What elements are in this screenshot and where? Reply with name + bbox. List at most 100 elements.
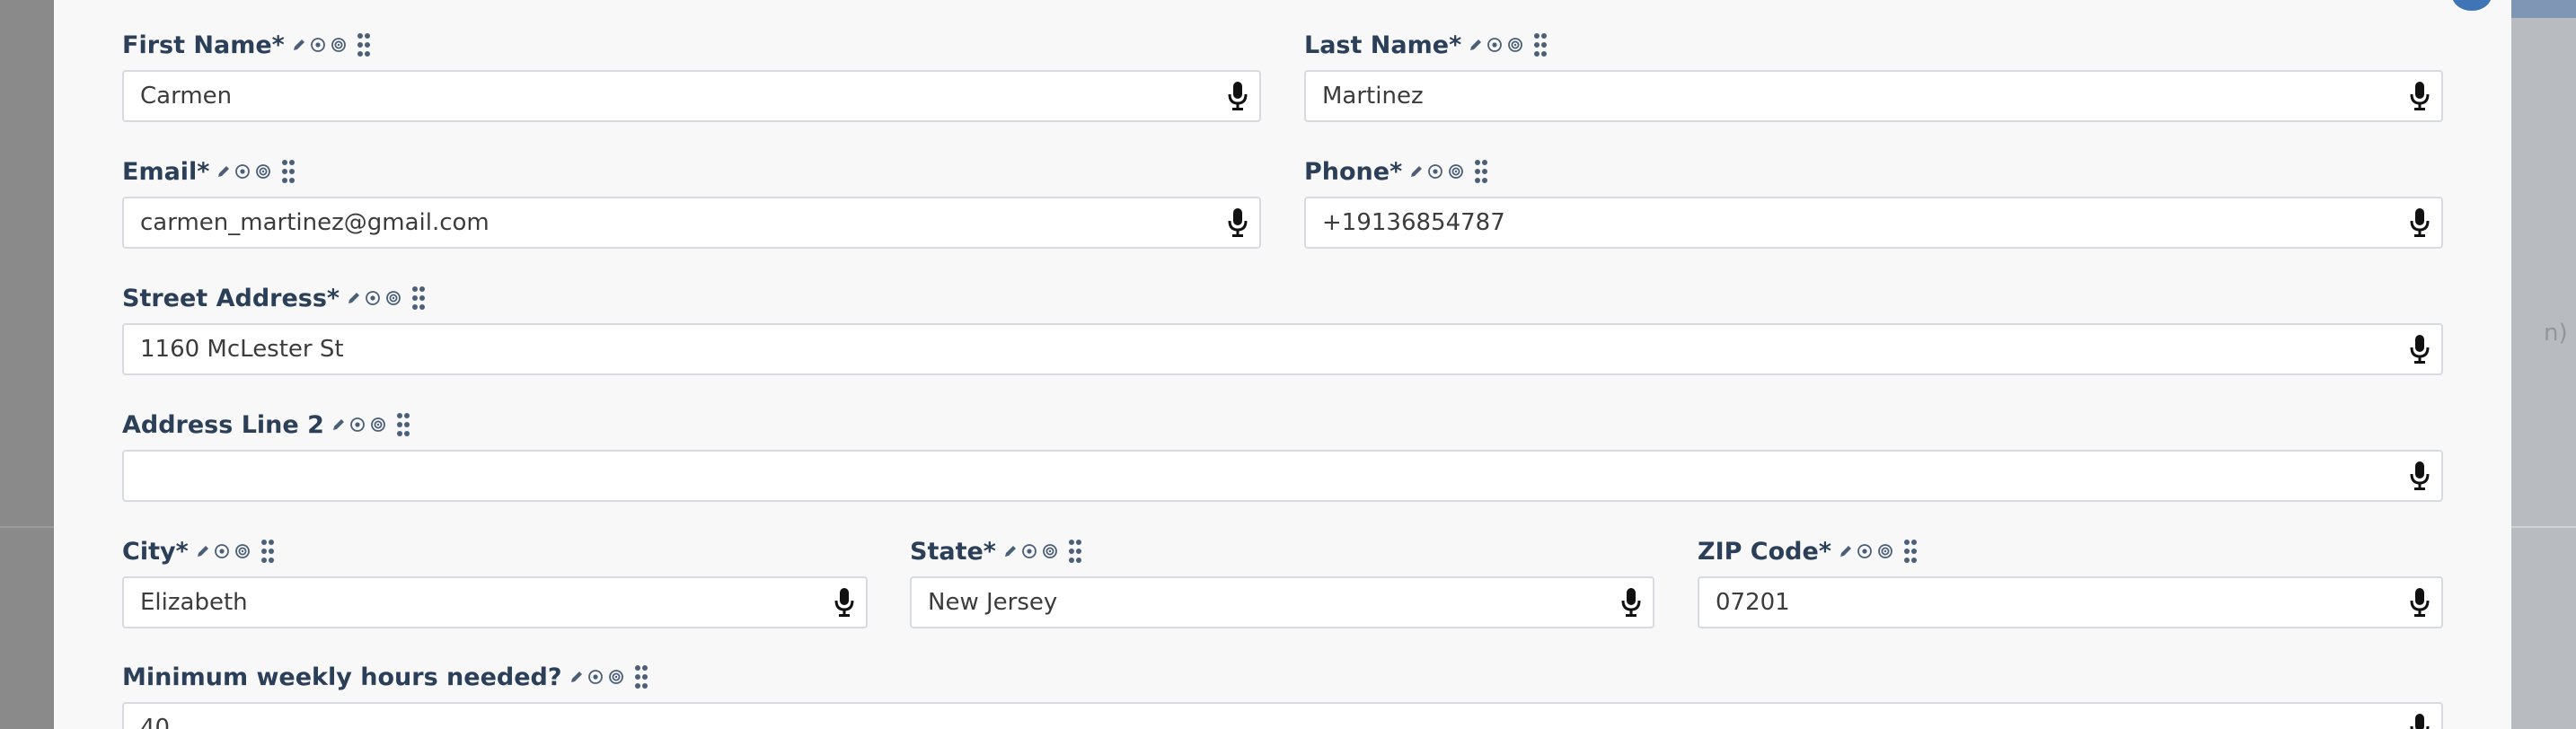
target-icon[interactable] — [1857, 543, 1873, 559]
pencil-icon[interactable] — [196, 544, 210, 558]
field-label: ZIP Code* — [1698, 537, 1831, 566]
eye-icon[interactable] — [330, 37, 348, 53]
drag-handle-icon[interactable] — [1533, 32, 1548, 57]
field-city: City* Elizabeth — [122, 533, 868, 632]
target-icon[interactable] — [365, 290, 381, 306]
field-label: Last Name* — [1304, 31, 1462, 59]
backdrop-divider — [0, 526, 54, 528]
field-state: State* New Jersey — [910, 533, 1654, 632]
pencil-icon[interactable] — [216, 164, 231, 179]
drag-handle-icon[interactable] — [281, 159, 296, 184]
field-tools — [292, 32, 375, 57]
state-value: New Jersey — [928, 589, 1058, 616]
eye-icon[interactable] — [234, 543, 251, 559]
target-icon[interactable] — [349, 417, 366, 433]
min-weekly-hours-value: 40 — [140, 715, 171, 729]
pencil-icon[interactable] — [1409, 164, 1424, 179]
backdrop-partial-text: n) — [2544, 320, 2568, 347]
zip-code-input[interactable]: 07201 — [1698, 576, 2443, 628]
target-icon[interactable] — [1021, 543, 1037, 559]
eye-icon[interactable] — [384, 290, 402, 306]
backdrop-divider — [2511, 526, 2576, 528]
phone-input[interactable]: +19136854787 — [1304, 197, 2443, 249]
target-icon[interactable] — [587, 669, 604, 685]
eye-icon[interactable] — [607, 669, 625, 685]
field-label: Minimum weekly hours needed? — [122, 663, 562, 691]
street-address-input[interactable]: 1160 McLester St — [122, 323, 2443, 375]
drag-handle-icon[interactable] — [411, 285, 426, 311]
field-tools — [347, 285, 429, 311]
eye-icon[interactable] — [369, 417, 387, 433]
microphone-icon[interactable] — [1227, 81, 1248, 111]
field-label: First Name* — [122, 31, 285, 59]
pencil-icon[interactable] — [569, 670, 584, 684]
drag-handle-icon[interactable] — [260, 539, 275, 564]
microphone-icon[interactable] — [2409, 713, 2430, 729]
email-value: carmen_martinez@gmail.com — [140, 209, 490, 236]
drag-handle-icon[interactable] — [396, 412, 410, 437]
drag-handle-icon[interactable] — [634, 664, 648, 689]
city-input[interactable]: Elizabeth — [122, 576, 868, 628]
last-name-input[interactable]: Martinez — [1304, 70, 2443, 122]
target-icon[interactable] — [1486, 37, 1503, 53]
eye-icon[interactable] — [1876, 543, 1894, 559]
drag-handle-icon[interactable] — [357, 32, 371, 57]
pencil-icon[interactable] — [1003, 544, 1018, 558]
field-address-line-2: Address Line 2 — [122, 407, 2443, 505]
field-label: Email* — [122, 157, 210, 186]
field-last-name: Last Name* Martinez — [1304, 27, 2443, 126]
field-label: Phone* — [1304, 157, 1403, 186]
first-name-input[interactable]: Carmen — [122, 70, 1261, 122]
target-icon[interactable] — [310, 37, 326, 53]
microphone-icon[interactable] — [834, 587, 855, 618]
state-input[interactable]: New Jersey — [910, 576, 1654, 628]
field-phone: Phone* +19136854787 — [1304, 154, 2443, 252]
field-email: Email* carmen_martinez@gmail.com — [122, 154, 1261, 252]
pencil-icon[interactable] — [1839, 544, 1853, 558]
backdrop-left — [0, 0, 54, 729]
last-name-value: Martinez — [1322, 83, 1424, 110]
eye-icon[interactable] — [1506, 37, 1524, 53]
eye-icon[interactable] — [254, 163, 272, 180]
address-line-2-input[interactable] — [122, 450, 2443, 502]
field-tools — [196, 539, 278, 564]
field-label: City* — [122, 537, 189, 566]
field-tools — [331, 412, 414, 437]
close-button[interactable] — [2452, 0, 2492, 11]
zip-code-value: 07201 — [1716, 589, 1790, 616]
city-value: Elizabeth — [140, 589, 248, 616]
field-label: Street Address* — [122, 284, 340, 312]
pencil-icon[interactable] — [347, 291, 361, 305]
backdrop-header-strip — [2511, 0, 2576, 18]
field-tools — [1003, 539, 1086, 564]
drag-handle-icon[interactable] — [1068, 539, 1082, 564]
field-label: State* — [910, 537, 996, 566]
target-icon[interactable] — [234, 163, 251, 180]
field-min-weekly-hours: Minimum weekly hours needed? 40 — [122, 659, 2443, 729]
pencil-icon[interactable] — [331, 417, 346, 432]
pencil-icon[interactable] — [1469, 38, 1483, 52]
field-tools — [1469, 32, 1551, 57]
target-icon[interactable] — [214, 543, 230, 559]
drag-handle-icon[interactable] — [1474, 159, 1488, 184]
form-modal: First Name* Carmen Last Name* Martinez E… — [54, 0, 2511, 729]
field-first-name: First Name* Carmen — [122, 27, 1261, 126]
target-icon[interactable] — [1427, 163, 1443, 180]
microphone-icon[interactable] — [2409, 334, 2430, 364]
microphone-icon[interactable] — [1227, 207, 1248, 238]
microphone-icon[interactable] — [2409, 461, 2430, 491]
field-tools — [1409, 159, 1492, 184]
eye-icon[interactable] — [1447, 163, 1465, 180]
drag-handle-icon[interactable] — [1903, 539, 1918, 564]
field-label: Address Line 2 — [122, 410, 324, 439]
eye-icon[interactable] — [1041, 543, 1059, 559]
microphone-icon[interactable] — [2409, 81, 2430, 111]
field-tools — [1839, 539, 1921, 564]
microphone-icon[interactable] — [2409, 587, 2430, 618]
email-input[interactable]: carmen_martinez@gmail.com — [122, 197, 1261, 249]
backdrop-right: n) — [2511, 0, 2576, 729]
min-weekly-hours-input[interactable]: 40 — [122, 702, 2443, 729]
microphone-icon[interactable] — [2409, 207, 2430, 238]
pencil-icon[interactable] — [292, 38, 306, 52]
microphone-icon[interactable] — [1620, 587, 1642, 618]
